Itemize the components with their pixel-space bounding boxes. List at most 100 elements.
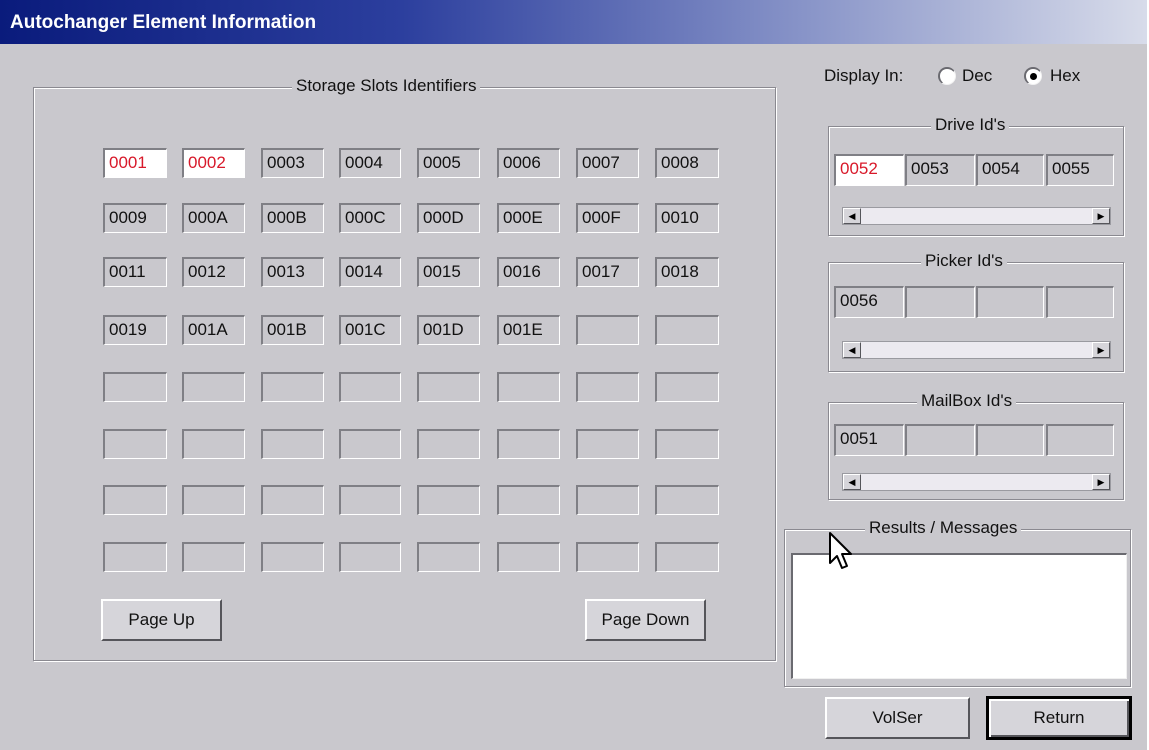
picker-id-cell[interactable] xyxy=(976,286,1044,318)
title-bar: Autochanger Element Information xyxy=(0,0,1147,44)
storage-slot-cell[interactable] xyxy=(655,429,719,459)
storage-slot-cell[interactable]: 0018 xyxy=(655,257,719,287)
storage-slot-cell[interactable] xyxy=(497,485,560,515)
storage-slot-cell[interactable] xyxy=(261,372,324,402)
storage-slot-cell[interactable]: 0012 xyxy=(182,257,245,287)
scroll-right-icon[interactable]: ▶ xyxy=(1092,208,1110,224)
hex-label[interactable]: Hex xyxy=(1050,66,1080,86)
dec-radio[interactable] xyxy=(938,67,956,85)
storage-slot-cell[interactable] xyxy=(103,429,167,459)
storage-slot-cell[interactable] xyxy=(655,315,719,345)
storage-slot-cell[interactable]: 001E xyxy=(497,315,560,345)
storage-slot-cell[interactable] xyxy=(576,372,639,402)
drive-ids-scrollbar[interactable]: ◀ ▶ xyxy=(842,207,1111,225)
storage-slot-cell[interactable] xyxy=(261,542,324,572)
storage-slot-cell[interactable] xyxy=(497,429,560,459)
storage-slot-cell[interactable] xyxy=(655,485,719,515)
storage-slot-cell[interactable] xyxy=(576,542,639,572)
storage-slot-cell[interactable]: 000B xyxy=(261,203,324,233)
mailbox-id-cell[interactable]: 0051 xyxy=(834,424,904,456)
storage-slot-cell[interactable] xyxy=(182,372,245,402)
storage-slot-cell[interactable] xyxy=(497,372,560,402)
scroll-left-icon[interactable]: ◀ xyxy=(843,342,861,358)
storage-slot-cell[interactable]: 001A xyxy=(182,315,245,345)
storage-slot-cell[interactable]: 0005 xyxy=(417,148,480,178)
storage-slot-cell[interactable]: 0017 xyxy=(576,257,639,287)
storage-slot-cell[interactable] xyxy=(497,542,560,572)
storage-slot-cell[interactable] xyxy=(417,485,480,515)
scroll-left-icon[interactable]: ◀ xyxy=(843,208,861,224)
storage-slot-cell[interactable]: 001D xyxy=(417,315,480,345)
picker-ids-scrollbar[interactable]: ◀ ▶ xyxy=(842,341,1111,359)
drive-id-cell[interactable]: 0052 xyxy=(834,154,904,186)
storage-slot-cell[interactable]: 001B xyxy=(261,315,324,345)
storage-slot-cell[interactable]: 0007 xyxy=(576,148,639,178)
hex-radio[interactable] xyxy=(1024,67,1042,85)
storage-slot-cell[interactable] xyxy=(339,542,401,572)
storage-slot-cell[interactable] xyxy=(576,429,639,459)
storage-slot-cell[interactable] xyxy=(417,372,480,402)
storage-slot-cell[interactable] xyxy=(576,485,639,515)
storage-slot-cell[interactable]: 000F xyxy=(576,203,639,233)
mailbox-ids-scrollbar[interactable]: ◀ ▶ xyxy=(842,473,1111,491)
storage-slot-cell[interactable]: 000E xyxy=(497,203,560,233)
storage-slot-cell[interactable] xyxy=(655,372,719,402)
storage-slot-cell[interactable] xyxy=(182,485,245,515)
drive-ids-label: Drive Id's xyxy=(931,115,1010,135)
picker-id-cell[interactable]: 0056 xyxy=(834,286,904,318)
storage-slots-label: Storage Slots Identifiers xyxy=(292,76,481,96)
picker-ids-label: Picker Id's xyxy=(921,251,1007,271)
autochanger-window: Autochanger Element Information Storage … xyxy=(0,0,1149,750)
storage-slot-cell[interactable] xyxy=(103,485,167,515)
storage-slot-cell[interactable] xyxy=(576,315,639,345)
volser-button[interactable]: VolSer xyxy=(825,697,970,739)
scroll-right-icon[interactable]: ▶ xyxy=(1092,474,1110,490)
storage-slot-cell[interactable] xyxy=(339,372,401,402)
storage-slot-cell[interactable]: 0002 xyxy=(182,148,245,178)
storage-slot-cell[interactable]: 0009 xyxy=(103,203,167,233)
page-up-button[interactable]: Page Up xyxy=(101,599,222,641)
drive-id-cell[interactable]: 0053 xyxy=(905,154,975,186)
mailbox-id-cell[interactable] xyxy=(905,424,975,456)
storage-slot-cell[interactable]: 0013 xyxy=(261,257,324,287)
picker-id-cell[interactable] xyxy=(905,286,975,318)
storage-slot-cell[interactable]: 0015 xyxy=(417,257,480,287)
return-button[interactable]: Return xyxy=(986,696,1132,740)
dec-label[interactable]: Dec xyxy=(962,66,992,86)
storage-slot-cell[interactable] xyxy=(261,429,324,459)
storage-slot-cell[interactable] xyxy=(655,542,719,572)
page-down-button[interactable]: Page Down xyxy=(585,599,706,641)
storage-slot-cell[interactable]: 0008 xyxy=(655,148,719,178)
storage-slot-cell[interactable]: 0019 xyxy=(103,315,167,345)
storage-slot-cell[interactable] xyxy=(103,372,167,402)
mailbox-id-cell[interactable] xyxy=(976,424,1044,456)
storage-slot-cell[interactable] xyxy=(417,542,480,572)
storage-slot-cell[interactable]: 000D xyxy=(417,203,480,233)
storage-slot-cell[interactable] xyxy=(339,429,401,459)
picker-id-cell[interactable] xyxy=(1046,286,1114,318)
drive-id-cell[interactable]: 0054 xyxy=(976,154,1044,186)
storage-slot-cell[interactable] xyxy=(182,429,245,459)
storage-slot-cell[interactable]: 001C xyxy=(339,315,401,345)
results-label: Results / Messages xyxy=(865,518,1022,538)
storage-slot-cell[interactable] xyxy=(182,542,245,572)
storage-slot-cell[interactable]: 0011 xyxy=(103,257,167,287)
storage-slot-cell[interactable] xyxy=(417,429,480,459)
storage-slot-cell[interactable]: 0010 xyxy=(655,203,719,233)
storage-slot-cell[interactable]: 0014 xyxy=(339,257,401,287)
storage-slot-cell[interactable]: 000C xyxy=(339,203,401,233)
drive-id-cell[interactable]: 0055 xyxy=(1046,154,1114,186)
storage-slot-cell[interactable]: 0006 xyxy=(497,148,560,178)
storage-slot-cell[interactable]: 0001 xyxy=(103,148,167,178)
results-text-area[interactable] xyxy=(791,553,1127,679)
storage-slot-cell[interactable]: 000A xyxy=(182,203,245,233)
storage-slot-cell[interactable] xyxy=(103,542,167,572)
scroll-left-icon[interactable]: ◀ xyxy=(843,474,861,490)
storage-slot-cell[interactable]: 0003 xyxy=(261,148,324,178)
scroll-right-icon[interactable]: ▶ xyxy=(1092,342,1110,358)
mailbox-id-cell[interactable] xyxy=(1046,424,1114,456)
storage-slot-cell[interactable] xyxy=(261,485,324,515)
storage-slot-cell[interactable]: 0004 xyxy=(339,148,401,178)
storage-slot-cell[interactable]: 0016 xyxy=(497,257,560,287)
storage-slot-cell[interactable] xyxy=(339,485,401,515)
